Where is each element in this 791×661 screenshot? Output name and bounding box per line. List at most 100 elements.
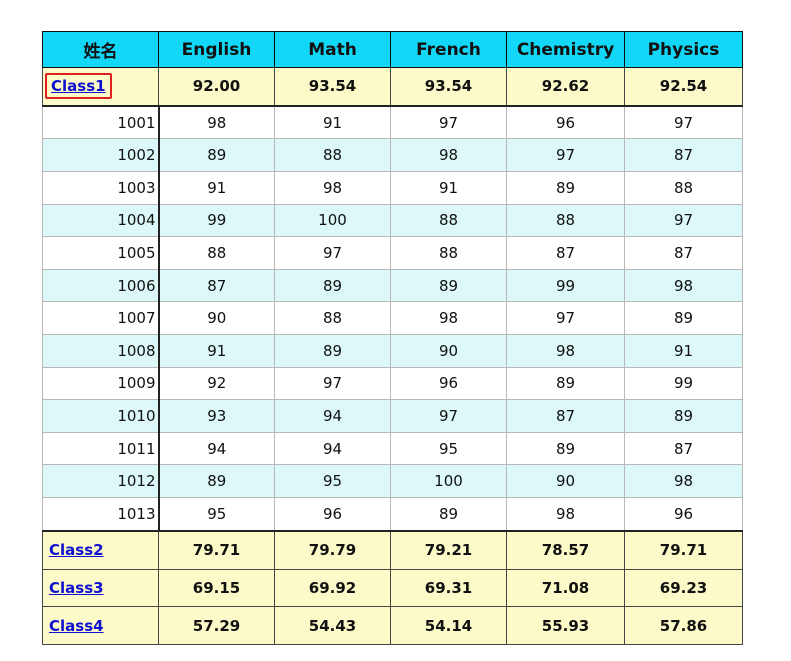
class-summary-row-class1: Class1 92.00 93.54 93.54 92.62 92.54 [42,66,743,107]
class-average-chemistry: 55.93 [506,606,625,645]
class-rows: Class2 79.71 79.79 79.21 78.57 79.71 Class3 69.… [42,530,743,645]
score-english: 94 [158,431,275,466]
score-physics: 98 [624,268,743,303]
score-physics: 87 [624,138,743,172]
score-chemistry: 97 [506,301,625,335]
score-english: 87 [158,268,275,303]
score-french: 97 [390,105,507,140]
header-math: Math [274,31,391,68]
score-french: 88 [390,203,507,238]
student-id-cell: 1006 [42,268,160,303]
class-average-physics: 69.23 [624,568,743,608]
score-chemistry: 97 [506,138,625,172]
student-id-cell: 1007 [42,301,160,335]
student-row: 1009 92 97 96 89 99 [42,366,743,401]
header-physics: Physics [624,31,743,68]
student-id-cell: 1008 [42,334,160,368]
class-average-french: 54.14 [390,606,507,645]
score-physics: 97 [624,105,743,140]
score-math: 91 [274,105,391,140]
score-physics: 91 [624,334,743,368]
score-math: 98 [274,170,391,205]
score-physics: 89 [624,399,743,433]
class-average-math: 69.92 [274,568,391,608]
student-row: 1008 91 89 90 98 91 [42,334,743,368]
score-english: 90 [158,301,275,335]
score-english: 88 [158,236,275,270]
class-link[interactable]: Class2 [49,541,104,559]
score-physics: 87 [624,431,743,466]
score-math: 89 [274,334,391,368]
score-math: 97 [274,366,391,401]
class-cell: Class3 [42,568,159,608]
header-english: English [158,31,275,68]
header-name: 姓名 [42,31,159,68]
score-english: 89 [158,138,275,172]
score-chemistry: 90 [506,464,625,499]
score-french: 89 [390,497,507,532]
score-french: 98 [390,138,507,172]
student-id-cell: 1001 [42,105,160,140]
score-chemistry: 88 [506,203,625,238]
score-french: 88 [390,236,507,270]
student-id-cell: 1005 [42,236,160,270]
class-average-chemistry: 92.62 [506,66,625,107]
student-row: 1007 90 88 98 97 89 [42,301,743,335]
score-physics: 98 [624,464,743,499]
class-average-physics: 79.71 [624,530,743,570]
score-english: 92 [158,366,275,401]
score-math: 88 [274,301,391,335]
header-chemistry: Chemistry [506,31,625,68]
student-id-cell: 1013 [42,497,160,532]
score-physics: 89 [624,301,743,335]
class-average-french: 93.54 [390,66,507,107]
score-english: 95 [158,497,275,532]
student-id-cell: 1011 [42,431,160,466]
score-english: 91 [158,170,275,205]
class-average-english: 79.71 [158,530,275,570]
score-french: 91 [390,170,507,205]
class-average-chemistry: 71.08 [506,568,625,608]
header-row: 姓名 English Math French Chemistry Physics [42,31,743,68]
score-physics: 99 [624,366,743,401]
score-chemistry: 89 [506,431,625,466]
student-id-cell: 1002 [42,138,160,172]
class-average-chemistry: 78.57 [506,530,625,570]
score-table: 姓名 English Math French Chemistry Physics… [42,31,743,645]
student-row: 1004 99 100 88 88 97 [42,203,743,238]
score-english: 99 [158,203,275,238]
score-math: 96 [274,497,391,532]
score-english: 89 [158,464,275,499]
score-chemistry: 98 [506,497,625,532]
score-math: 100 [274,203,391,238]
class-average-english: 69.15 [158,568,275,608]
score-physics: 96 [624,497,743,532]
student-row: 1003 91 98 91 89 88 [42,170,743,205]
score-french: 98 [390,301,507,335]
student-id-cell: 1004 [42,203,160,238]
class-average-math: 93.54 [274,66,391,107]
score-math: 97 [274,236,391,270]
student-rows: 1001 98 91 97 96 97 1002 89 88 98 97 87 1003 91 98 91 89… [42,105,743,532]
score-chemistry: 89 [506,366,625,401]
class-average-english: 57.29 [158,606,275,645]
student-id-cell: 1010 [42,399,160,433]
student-row: 1002 89 88 98 97 87 [42,138,743,172]
score-math: 89 [274,268,391,303]
class-average-physics: 92.54 [624,66,743,107]
student-id-cell: 1012 [42,464,160,499]
score-english: 98 [158,105,275,140]
student-row: 1005 88 97 88 87 87 [42,236,743,270]
score-french: 90 [390,334,507,368]
class-cell: Class1 [42,66,159,107]
class-link[interactable]: Class4 [49,617,104,635]
score-physics: 87 [624,236,743,270]
class-link-class1[interactable]: Class1 [45,73,112,100]
class-average-math: 79.79 [274,530,391,570]
class-link[interactable]: Class3 [49,579,104,597]
score-math: 95 [274,464,391,499]
score-math: 88 [274,138,391,172]
student-row: 1006 87 89 89 99 98 [42,268,743,303]
score-chemistry: 96 [506,105,625,140]
student-row: 1013 95 96 89 98 96 [42,497,743,532]
